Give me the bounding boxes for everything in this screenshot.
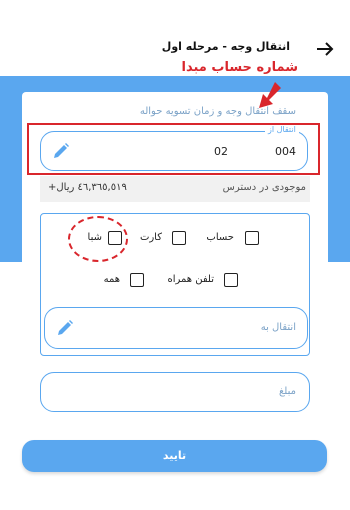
balance-value: +٤٦,٣٦٥,٥١٩ ریال bbox=[48, 182, 127, 193]
sheba-highlight-circle bbox=[68, 216, 128, 262]
transfer-limit-link[interactable]: سقف انتقال وجه و زمان تسویه حواله bbox=[40, 106, 296, 117]
balance-label: موجودی در دسترس bbox=[222, 182, 306, 193]
checkbox-mobile-label: تلفن همراه bbox=[167, 274, 214, 285]
checkbox-all[interactable] bbox=[130, 273, 144, 287]
amount-placeholder: مبلغ bbox=[278, 386, 296, 397]
checkbox-card-label: کارت bbox=[139, 232, 162, 243]
source-account-annotation: شماره حساب مبدا bbox=[181, 60, 298, 75]
checkbox-mobile[interactable] bbox=[224, 273, 238, 287]
destination-placeholder: انتقال به bbox=[260, 322, 296, 333]
checkbox-account-label: حساب bbox=[206, 232, 234, 243]
back-arrow-icon[interactable] bbox=[314, 38, 336, 60]
page-title: انتقال وجه - مرحله اول bbox=[161, 40, 290, 53]
edit-destination-pencil-icon[interactable] bbox=[56, 319, 74, 337]
confirm-button[interactable]: تایید bbox=[22, 440, 327, 472]
checkbox-card[interactable] bbox=[172, 231, 186, 245]
checkbox-all-label: همه bbox=[103, 274, 120, 285]
checkbox-account[interactable] bbox=[245, 231, 259, 245]
annotation-highlight-box bbox=[27, 123, 320, 175]
